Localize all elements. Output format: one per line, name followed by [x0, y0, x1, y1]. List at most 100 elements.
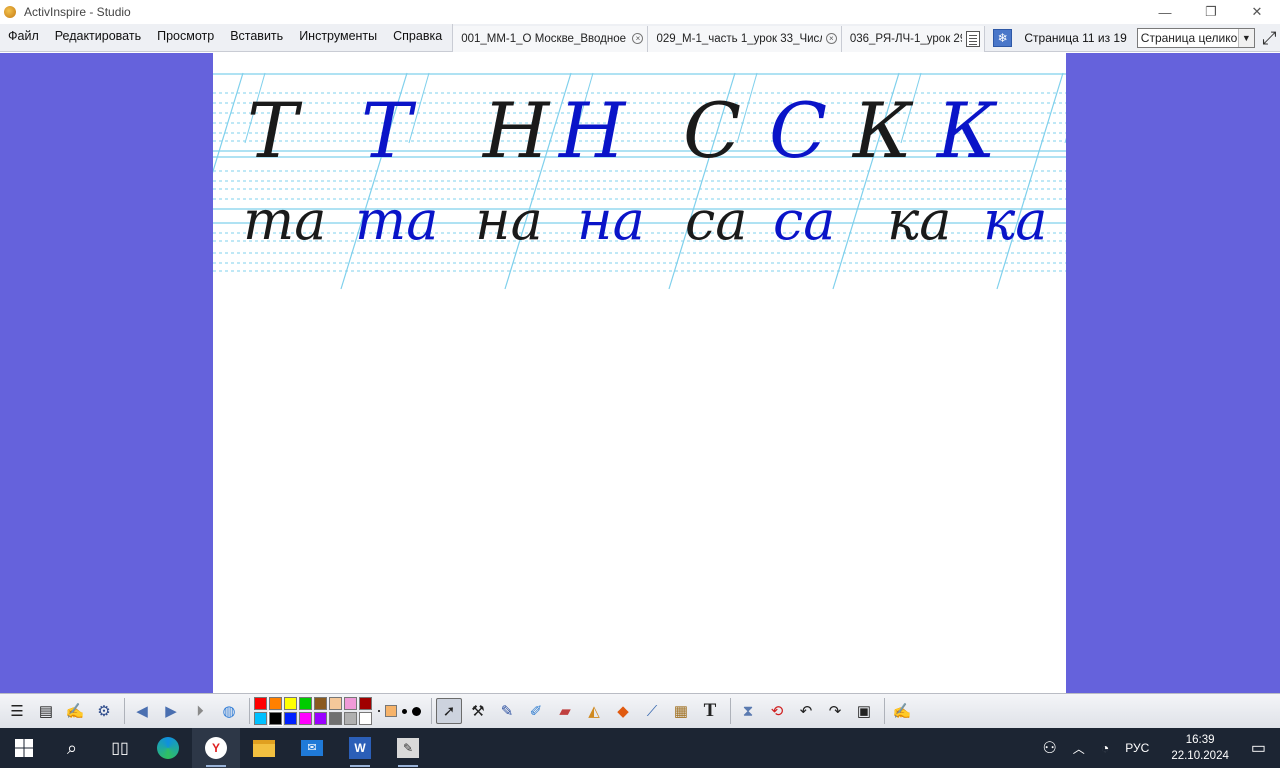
toolbox-separator — [431, 698, 432, 724]
language-indicator[interactable]: РУС — [1117, 741, 1157, 755]
tab-flipchart-1[interactable]: 001_ММ-1_О Москве_Вводное зан × — [453, 25, 649, 52]
capital-letter[interactable]: Н — [557, 86, 627, 175]
color-swatch[interactable] — [329, 712, 342, 725]
color-swatch[interactable] — [254, 697, 267, 710]
capital-letter[interactable]: Т — [247, 86, 303, 175]
eraser-icon[interactable]: ▰ — [552, 698, 578, 724]
clock[interactable]: 16:39 22.10.2024 — [1157, 732, 1243, 764]
tab-flipchart-2[interactable]: 029_М-1_часть 1_урок 33_Число × — [648, 25, 842, 52]
syllable[interactable]: ка — [887, 189, 951, 252]
edge-icon[interactable] — [144, 728, 192, 768]
mail-icon[interactable]: ✉ — [288, 728, 336, 768]
tab-flipchart-3[interactable]: 036_РЯ-ЛЧ-1_урок 29_ — [841, 25, 986, 52]
syllable[interactable]: на — [475, 189, 543, 252]
page-sorter-icon[interactable]: ❄ — [993, 28, 1013, 47]
page-icon[interactable]: ▣ — [851, 698, 877, 724]
desktop-tools-icon[interactable]: ⚙ — [91, 698, 117, 724]
zoom-select[interactable]: Страница целиком ▼ — [1136, 27, 1255, 48]
previous-page-icon[interactable]: ◀ — [129, 698, 155, 724]
color-swatch[interactable] — [269, 697, 282, 710]
people-icon[interactable]: ⚇ — [1034, 738, 1064, 758]
color-swatch[interactable] — [314, 712, 327, 725]
app-icon — [4, 6, 16, 18]
menu-edit[interactable]: Редактировать — [47, 24, 149, 52]
activinspire-icon[interactable]: ✎ — [384, 728, 432, 768]
start-button[interactable] — [0, 728, 48, 768]
tools-icon[interactable]: ⚒ — [465, 698, 491, 724]
capital-letter[interactable]: С — [769, 86, 827, 175]
syllable[interactable]: са — [685, 189, 747, 252]
pen-icon[interactable]: ✎ — [494, 698, 520, 724]
desktop-annotate-icon[interactable]: ✍ — [62, 698, 88, 724]
select-icon[interactable]: ➚ — [436, 698, 462, 724]
color-swatch[interactable] — [284, 697, 297, 710]
color-swatch[interactable] — [344, 712, 357, 725]
color-swatch[interactable] — [284, 712, 297, 725]
width-current-icon[interactable] — [385, 705, 397, 717]
network-icon[interactable]: ◔ — [1093, 740, 1117, 756]
redo-icon[interactable]: ↷ — [822, 698, 848, 724]
syllable[interactable]: на — [577, 189, 645, 252]
color-swatch[interactable] — [329, 697, 342, 710]
tab-close-icon[interactable]: × — [632, 33, 644, 44]
reset-icon[interactable]: ⟲ — [764, 698, 790, 724]
capital-letter[interactable]: С — [683, 86, 741, 175]
color-swatch[interactable] — [344, 697, 357, 710]
clock-time: 16:39 — [1185, 734, 1215, 746]
undo-icon[interactable]: ↶ — [793, 698, 819, 724]
browsers-icon[interactable]: ▤ — [33, 698, 59, 724]
flipchart-page[interactable]: Т Т Н Н С С К Кта та на на са са ка ка — [213, 53, 1066, 694]
document-list-icon[interactable] — [966, 30, 981, 47]
menu-file[interactable]: Файл — [0, 24, 47, 52]
syllable[interactable]: ка — [983, 189, 1047, 252]
web-browser-icon[interactable]: ◍ — [216, 698, 242, 724]
dual-user-icon[interactable]: ✍ — [889, 698, 915, 724]
close-button[interactable]: ✕ — [1234, 0, 1280, 24]
color-swatch[interactable] — [359, 697, 372, 710]
menu-tools[interactable]: Инструменты — [291, 24, 385, 52]
syllable[interactable]: са — [773, 189, 835, 252]
clear-icon[interactable]: ⧗ — [735, 698, 761, 724]
next-page-icon[interactable]: ▶ — [158, 698, 184, 724]
word-icon[interactable]: W — [336, 728, 384, 768]
width-small-icon[interactable] — [378, 710, 380, 712]
syllable[interactable]: та — [355, 189, 438, 252]
chevron-up-icon[interactable]: ︿ — [1065, 740, 1093, 757]
tab-close-icon[interactable]: × — [825, 33, 837, 44]
minimize-button[interactable]: — — [1142, 0, 1188, 24]
color-swatch[interactable] — [299, 697, 312, 710]
capital-letter[interactable]: К — [851, 86, 914, 175]
color-swatch[interactable] — [359, 712, 372, 725]
capital-letter[interactable]: Н — [481, 86, 551, 175]
width-large-icon[interactable] — [412, 706, 421, 716]
menu-view[interactable]: Просмотр — [149, 24, 222, 52]
color-swatch[interactable] — [314, 697, 327, 710]
play-icon[interactable]: ⏵ — [187, 698, 213, 724]
menu-bar: Файл Редактировать Просмотр Вставить Инс… — [0, 23, 1280, 52]
chevron-down-icon[interactable]: ▼ — [1237, 28, 1254, 47]
highlighter-icon[interactable]: ✐ — [523, 698, 549, 724]
clip-icon[interactable]: ▦ — [668, 698, 694, 724]
width-medium-icon[interactable] — [402, 708, 407, 714]
file-explorer-icon[interactable] — [240, 728, 288, 768]
color-swatch[interactable] — [254, 712, 267, 725]
yandex-browser-icon[interactable]: Y — [192, 728, 240, 768]
text-icon[interactable]: T — [697, 698, 723, 724]
restore-button[interactable]: ❐ — [1188, 0, 1234, 24]
notifications-icon[interactable]: ▭ — [1243, 738, 1280, 758]
shape-icon[interactable]: ◆ — [610, 698, 636, 724]
fullscreen-icon[interactable]: ⤢ — [1259, 27, 1280, 49]
capital-letter[interactable]: Т — [361, 86, 417, 175]
fill-icon[interactable]: ◭ — [581, 698, 607, 724]
color-swatch[interactable] — [268, 711, 283, 726]
color-swatch[interactable] — [299, 712, 312, 725]
main-menu-icon[interactable]: ☰ — [4, 698, 30, 724]
task-view-icon[interactable]: ▯▯ — [96, 728, 144, 768]
search-icon[interactable]: ⌕ — [48, 728, 96, 768]
syllable[interactable]: та — [243, 189, 326, 252]
connector-icon[interactable]: ⟋ — [639, 698, 665, 724]
menu-insert[interactable]: Вставить — [222, 24, 291, 52]
capital-letter[interactable]: К — [935, 86, 998, 175]
menu-help[interactable]: Справка — [385, 24, 450, 52]
color-palette — [254, 697, 372, 726]
